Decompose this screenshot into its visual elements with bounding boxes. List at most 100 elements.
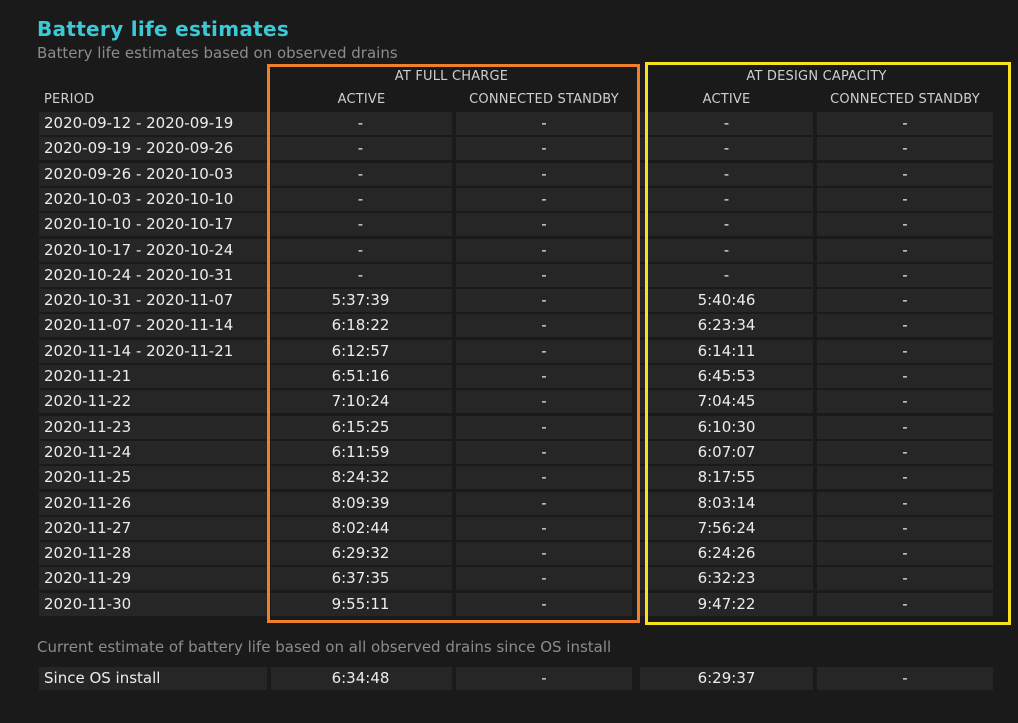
cell-period: 2020-09-26 - 2020-10-03 xyxy=(39,163,267,186)
cell-full-charge-standby: - xyxy=(456,112,632,135)
cell-full-charge-active: 6:15:25 xyxy=(271,416,452,439)
cell-design-capacity-active: - xyxy=(640,163,813,186)
cell-full-charge-active: - xyxy=(271,213,452,236)
cell-period: 2020-11-30 xyxy=(39,593,267,616)
cell-full-charge-standby: - xyxy=(456,340,632,363)
cell-design-capacity-standby: - xyxy=(817,112,993,135)
cell-full-charge-active: - xyxy=(271,188,452,211)
cell-period: 2020-11-26 xyxy=(39,492,267,515)
cell-full-charge-active: - xyxy=(271,239,452,262)
cell-full-charge-active: 8:09:39 xyxy=(271,492,452,515)
cell-design-capacity-active: - xyxy=(640,188,813,211)
cell-design-capacity-standby: - xyxy=(817,492,993,515)
cell-design-capacity-standby: - xyxy=(817,567,993,590)
cell-full-charge-standby: - xyxy=(456,466,632,489)
cell-full-charge-standby: - xyxy=(456,137,632,160)
cell-full-charge-active: 6:37:35 xyxy=(271,567,452,590)
cell-design-capacity-active: 9:47:22 xyxy=(640,593,813,616)
cell-full-charge-active: - xyxy=(271,137,452,160)
column-header-period: PERIOD xyxy=(44,92,95,107)
cell-full-charge-active: 6:29:32 xyxy=(271,542,452,565)
cell-design-capacity-active: 8:03:14 xyxy=(640,492,813,515)
cell-design-capacity-standby: - xyxy=(817,264,993,287)
cell-period: 2020-11-28 xyxy=(39,542,267,565)
cell-full-charge-standby: - xyxy=(456,593,632,616)
cell-design-capacity-standby: - xyxy=(817,517,993,540)
cell-design-capacity-standby: - xyxy=(817,542,993,565)
cell-design-capacity-active: - xyxy=(640,112,813,135)
cell-full-charge-active: 8:02:44 xyxy=(271,517,452,540)
cell-design-capacity-active: - xyxy=(640,213,813,236)
cell-period: 2020-10-24 - 2020-10-31 xyxy=(39,264,267,287)
cell-design-capacity-active: 7:04:45 xyxy=(640,390,813,413)
cell-period: 2020-09-19 - 2020-09-26 xyxy=(39,137,267,160)
cell-full-charge-active: 7:10:24 xyxy=(271,390,452,413)
cell-design-capacity-active: - xyxy=(640,264,813,287)
cell-design-capacity-standby: - xyxy=(817,365,993,388)
cell-period: 2020-10-03 - 2020-10-10 xyxy=(39,188,267,211)
group-header-design-capacity: AT DESIGN CAPACITY xyxy=(746,69,887,84)
column-header-full-charge-standby: CONNECTED STANDBY xyxy=(469,92,619,107)
cell-full-charge-active: - xyxy=(271,163,452,186)
page-subtitle: Battery life estimates based on observed… xyxy=(37,44,398,62)
cell-full-charge-active: 6:11:59 xyxy=(271,441,452,464)
cell-design-capacity-standby: - xyxy=(817,441,993,464)
column-header-design-capacity-active: ACTIVE xyxy=(702,92,751,107)
cell-full-charge-standby: - xyxy=(456,492,632,515)
cell-full-charge-active: 5:37:39 xyxy=(271,289,452,312)
cell-design-capacity-active: 6:10:30 xyxy=(640,416,813,439)
cell-full-charge-standby: - xyxy=(456,416,632,439)
cell-design-capacity-standby: - xyxy=(817,593,993,616)
cell-full-charge-standby: - xyxy=(456,163,632,186)
cell-full-charge-active: 6:18:22 xyxy=(271,314,452,337)
cell-full-charge-standby: - xyxy=(456,567,632,590)
cell-full-charge-standby: - xyxy=(456,365,632,388)
group-header-full-charge: AT FULL CHARGE xyxy=(394,69,509,84)
cell-design-capacity-standby: - xyxy=(817,314,993,337)
cell-period: 2020-11-14 - 2020-11-21 xyxy=(39,340,267,363)
cell-period: 2020-10-10 - 2020-10-17 xyxy=(39,213,267,236)
cell-full-charge-standby: - xyxy=(456,239,632,262)
cell-full-charge-active: 6:51:16 xyxy=(271,365,452,388)
cell-full-charge-standby: - xyxy=(456,289,632,312)
page-title: Battery life estimates xyxy=(37,17,290,41)
cell-full-charge-active: 9:55:11 xyxy=(271,593,452,616)
cell-design-capacity-standby: - xyxy=(817,466,993,489)
cell-period: 2020-11-25 xyxy=(39,466,267,489)
cell-design-capacity-active: 6:07:07 xyxy=(640,441,813,464)
cell-design-capacity-active: 6:23:34 xyxy=(640,314,813,337)
cell-design-capacity-standby: - xyxy=(817,213,993,236)
cell-full-charge-standby: - xyxy=(456,213,632,236)
cell-design-capacity-active: - xyxy=(640,137,813,160)
cell-period: 2020-09-12 - 2020-09-19 xyxy=(39,112,267,135)
cell-design-capacity-active: 7:56:24 xyxy=(640,517,813,540)
cell-period: 2020-11-21 xyxy=(39,365,267,388)
cell-full-charge-standby: - xyxy=(456,542,632,565)
column-header-design-capacity-standby: CONNECTED STANDBY xyxy=(830,92,980,107)
cell-full-charge-active: - xyxy=(271,264,452,287)
cell-period: 2020-11-29 xyxy=(39,567,267,590)
since-os-install-full-charge-standby: - xyxy=(456,667,632,690)
cell-design-capacity-standby: - xyxy=(817,137,993,160)
cell-design-capacity-active: 6:14:11 xyxy=(640,340,813,363)
cell-period: 2020-10-17 - 2020-10-24 xyxy=(39,239,267,262)
cell-design-capacity-active: 8:17:55 xyxy=(640,466,813,489)
cell-design-capacity-standby: - xyxy=(817,416,993,439)
cell-period: 2020-10-31 - 2020-11-07 xyxy=(39,289,267,312)
cell-design-capacity-active: 6:32:23 xyxy=(640,567,813,590)
cell-design-capacity-active: 6:45:53 xyxy=(640,365,813,388)
cell-full-charge-active: - xyxy=(271,112,452,135)
cell-full-charge-standby: - xyxy=(456,264,632,287)
since-os-install-design-capacity-active: 6:29:37 xyxy=(640,667,813,690)
cell-full-charge-standby: - xyxy=(456,188,632,211)
cell-full-charge-standby: - xyxy=(456,517,632,540)
cell-design-capacity-standby: - xyxy=(817,163,993,186)
since-os-install-design-capacity-standby: - xyxy=(817,667,993,690)
cell-period: 2020-11-27 xyxy=(39,517,267,540)
cell-full-charge-active: 8:24:32 xyxy=(271,466,452,489)
cell-design-capacity-standby: - xyxy=(817,340,993,363)
cell-design-capacity-active: 6:24:26 xyxy=(640,542,813,565)
since-os-install-period: Since OS install xyxy=(39,667,267,690)
footer-caption: Current estimate of battery life based o… xyxy=(37,638,612,656)
cell-design-capacity-standby: - xyxy=(817,390,993,413)
